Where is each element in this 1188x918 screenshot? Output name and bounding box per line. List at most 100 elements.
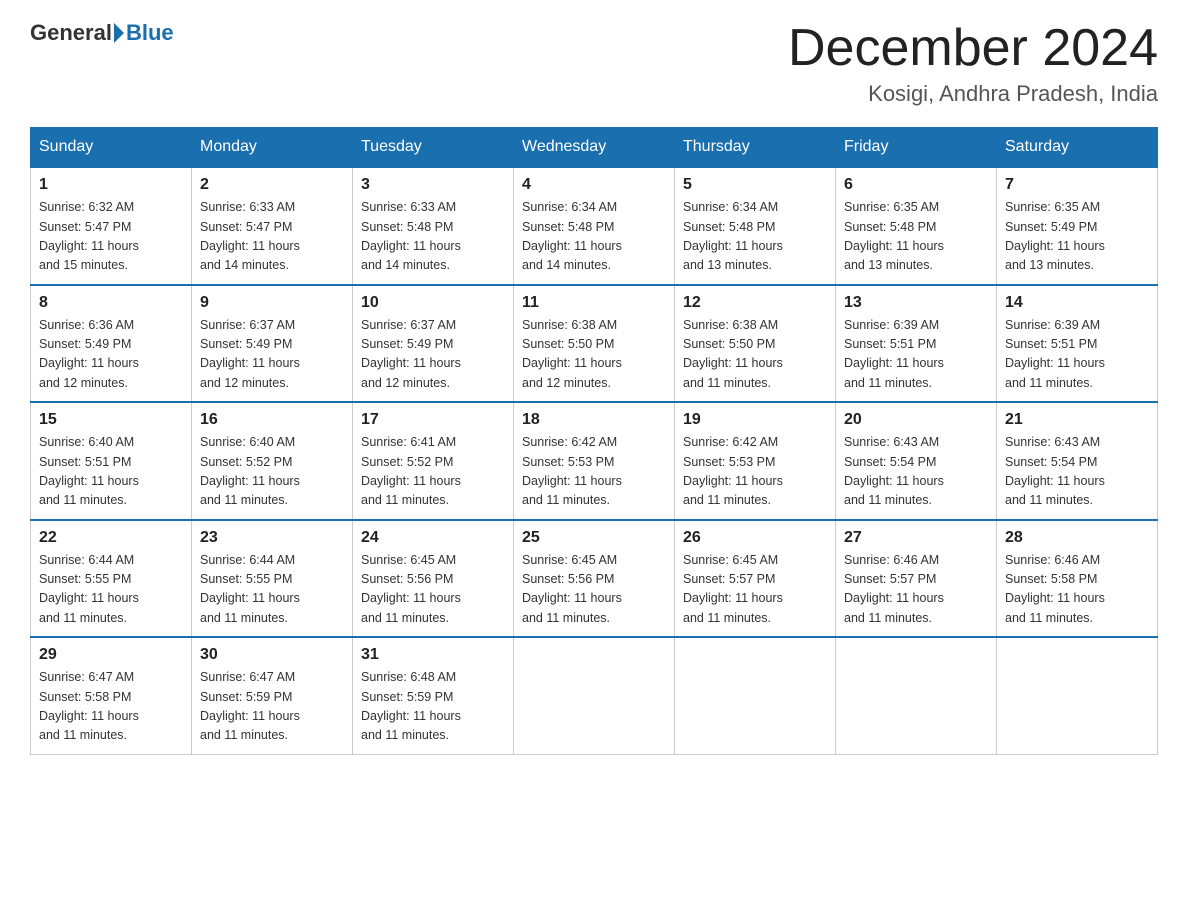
calendar-day-28: 28 Sunrise: 6:46 AMSunset: 5:58 PMDayligh… <box>997 520 1158 638</box>
day-info: Sunrise: 6:45 AMSunset: 5:57 PMDaylight:… <box>683 551 827 629</box>
day-number: 17 <box>361 411 505 429</box>
calendar-table: Sunday Monday Tuesday Wednesday Thursday… <box>30 127 1158 755</box>
day-info: Sunrise: 6:33 AMSunset: 5:48 PMDaylight:… <box>361 198 505 276</box>
day-number: 30 <box>200 646 344 664</box>
col-sunday: Sunday <box>31 128 192 168</box>
calendar-day-17: 17 Sunrise: 6:41 AMSunset: 5:52 PMDayligh… <box>353 402 514 520</box>
col-monday: Monday <box>192 128 353 168</box>
day-info: Sunrise: 6:46 AMSunset: 5:57 PMDaylight:… <box>844 551 988 629</box>
col-wednesday: Wednesday <box>514 128 675 168</box>
calendar-day-5: 5 Sunrise: 6:34 AMSunset: 5:48 PMDaylight… <box>675 167 836 285</box>
day-info: Sunrise: 6:39 AMSunset: 5:51 PMDaylight:… <box>844 316 988 394</box>
logo-arrow-icon <box>114 23 124 43</box>
day-info: Sunrise: 6:35 AMSunset: 5:48 PMDaylight:… <box>844 198 988 276</box>
calendar-week-2: 8 Sunrise: 6:36 AMSunset: 5:49 PMDaylight… <box>31 285 1158 403</box>
day-info: Sunrise: 6:38 AMSunset: 5:50 PMDaylight:… <box>522 316 666 394</box>
day-info: Sunrise: 6:45 AMSunset: 5:56 PMDaylight:… <box>522 551 666 629</box>
day-number: 21 <box>1005 411 1149 429</box>
calendar-day-25: 25 Sunrise: 6:45 AMSunset: 5:56 PMDayligh… <box>514 520 675 638</box>
calendar-week-1: 1 Sunrise: 6:32 AMSunset: 5:47 PMDaylight… <box>31 167 1158 285</box>
day-info: Sunrise: 6:47 AMSunset: 5:59 PMDaylight:… <box>200 668 344 746</box>
day-number: 5 <box>683 176 827 194</box>
calendar-day-27: 27 Sunrise: 6:46 AMSunset: 5:57 PMDayligh… <box>836 520 997 638</box>
location-text: Kosigi, Andhra Pradesh, India <box>788 81 1158 107</box>
day-number: 18 <box>522 411 666 429</box>
empty-cell <box>836 637 997 754</box>
calendar-day-10: 10 Sunrise: 6:37 AMSunset: 5:49 PMDayligh… <box>353 285 514 403</box>
day-info: Sunrise: 6:43 AMSunset: 5:54 PMDaylight:… <box>1005 433 1149 511</box>
day-number: 1 <box>39 176 183 194</box>
day-info: Sunrise: 6:32 AMSunset: 5:47 PMDaylight:… <box>39 198 183 276</box>
day-info: Sunrise: 6:33 AMSunset: 5:47 PMDaylight:… <box>200 198 344 276</box>
col-friday: Friday <box>836 128 997 168</box>
day-number: 9 <box>200 294 344 312</box>
day-number: 15 <box>39 411 183 429</box>
page-header: General Blue December 2024 Kosigi, Andhr… <box>30 20 1158 107</box>
day-info: Sunrise: 6:42 AMSunset: 5:53 PMDaylight:… <box>522 433 666 511</box>
day-number: 27 <box>844 529 988 547</box>
day-number: 3 <box>361 176 505 194</box>
day-number: 25 <box>522 529 666 547</box>
day-number: 13 <box>844 294 988 312</box>
calendar-day-19: 19 Sunrise: 6:42 AMSunset: 5:53 PMDayligh… <box>675 402 836 520</box>
calendar-day-13: 13 Sunrise: 6:39 AMSunset: 5:51 PMDayligh… <box>836 285 997 403</box>
day-info: Sunrise: 6:40 AMSunset: 5:51 PMDaylight:… <box>39 433 183 511</box>
calendar-day-11: 11 Sunrise: 6:38 AMSunset: 5:50 PMDayligh… <box>514 285 675 403</box>
logo-general-text: General <box>30 20 112 46</box>
calendar-day-7: 7 Sunrise: 6:35 AMSunset: 5:49 PMDaylight… <box>997 167 1158 285</box>
day-info: Sunrise: 6:47 AMSunset: 5:58 PMDaylight:… <box>39 668 183 746</box>
month-title: December 2024 <box>788 20 1158 77</box>
calendar-day-21: 21 Sunrise: 6:43 AMSunset: 5:54 PMDayligh… <box>997 402 1158 520</box>
calendar-day-22: 22Sunrise: 6:44 AMSunset: 5:55 PMDayligh… <box>31 520 192 638</box>
day-info: Sunrise: 6:41 AMSunset: 5:52 PMDaylight:… <box>361 433 505 511</box>
day-info: Sunrise: 6:44 AMSunset: 5:55 PMDaylight:… <box>200 551 344 629</box>
logo-blue-text: Blue <box>126 20 174 46</box>
calendar-day-9: 9 Sunrise: 6:37 AMSunset: 5:49 PMDaylight… <box>192 285 353 403</box>
day-number: 23 <box>200 529 344 547</box>
day-info: Sunrise: 6:39 AMSunset: 5:51 PMDaylight:… <box>1005 316 1149 394</box>
day-info: Sunrise: 6:42 AMSunset: 5:53 PMDaylight:… <box>683 433 827 511</box>
empty-cell <box>997 637 1158 754</box>
calendar-day-20: 20 Sunrise: 6:43 AMSunset: 5:54 PMDayligh… <box>836 402 997 520</box>
day-info: Sunrise: 6:34 AMSunset: 5:48 PMDaylight:… <box>683 198 827 276</box>
day-info: Sunrise: 6:34 AMSunset: 5:48 PMDaylight:… <box>522 198 666 276</box>
calendar-day-2: 2 Sunrise: 6:33 AMSunset: 5:47 PMDaylight… <box>192 167 353 285</box>
day-number: 28 <box>1005 529 1149 547</box>
day-info: Sunrise: 6:40 AMSunset: 5:52 PMDaylight:… <box>200 433 344 511</box>
empty-cell <box>514 637 675 754</box>
calendar-day-31: 31 Sunrise: 6:48 AMSunset: 5:59 PMDayligh… <box>353 637 514 754</box>
day-number: 12 <box>683 294 827 312</box>
day-number: 20 <box>844 411 988 429</box>
day-info: Sunrise: 6:37 AMSunset: 5:49 PMDaylight:… <box>200 316 344 394</box>
calendar-day-24: 24Sunrise: 6:45 AMSunset: 5:56 PMDayligh… <box>353 520 514 638</box>
day-number: 31 <box>361 646 505 664</box>
day-info: Sunrise: 6:35 AMSunset: 5:49 PMDaylight:… <box>1005 198 1149 276</box>
calendar-day-29: 29 Sunrise: 6:47 AMSunset: 5:58 PMDayligh… <box>31 637 192 754</box>
day-number: 26 <box>683 529 827 547</box>
day-number: 8 <box>39 294 183 312</box>
day-number: 29 <box>39 646 183 664</box>
day-number: 19 <box>683 411 827 429</box>
col-thursday: Thursday <box>675 128 836 168</box>
day-info: Sunrise: 6:46 AMSunset: 5:58 PMDaylight:… <box>1005 551 1149 629</box>
day-number: 11 <box>522 294 666 312</box>
calendar-day-18: 18 Sunrise: 6:42 AMSunset: 5:53 PMDayligh… <box>514 402 675 520</box>
logo: General Blue <box>30 20 174 51</box>
empty-cell <box>675 637 836 754</box>
calendar-day-1: 1 Sunrise: 6:32 AMSunset: 5:47 PMDaylight… <box>31 167 192 285</box>
day-number: 22 <box>39 529 183 547</box>
day-number: 2 <box>200 176 344 194</box>
day-number: 7 <box>1005 176 1149 194</box>
day-info: Sunrise: 6:37 AMSunset: 5:49 PMDaylight:… <box>361 316 505 394</box>
calendar-day-23: 23 Sunrise: 6:44 AMSunset: 5:55 PMDayligh… <box>192 520 353 638</box>
calendar-day-3: 3 Sunrise: 6:33 AMSunset: 5:48 PMDaylight… <box>353 167 514 285</box>
day-number: 10 <box>361 294 505 312</box>
day-number: 4 <box>522 176 666 194</box>
day-info: Sunrise: 6:43 AMSunset: 5:54 PMDaylight:… <box>844 433 988 511</box>
day-number: 16 <box>200 411 344 429</box>
day-info: Sunrise: 6:48 AMSunset: 5:59 PMDaylight:… <box>361 668 505 746</box>
day-number: 24 <box>361 529 505 547</box>
day-info: Sunrise: 6:38 AMSunset: 5:50 PMDaylight:… <box>683 316 827 394</box>
calendar-header-row: Sunday Monday Tuesday Wednesday Thursday… <box>31 128 1158 168</box>
day-info: Sunrise: 6:36 AMSunset: 5:49 PMDaylight:… <box>39 316 183 394</box>
